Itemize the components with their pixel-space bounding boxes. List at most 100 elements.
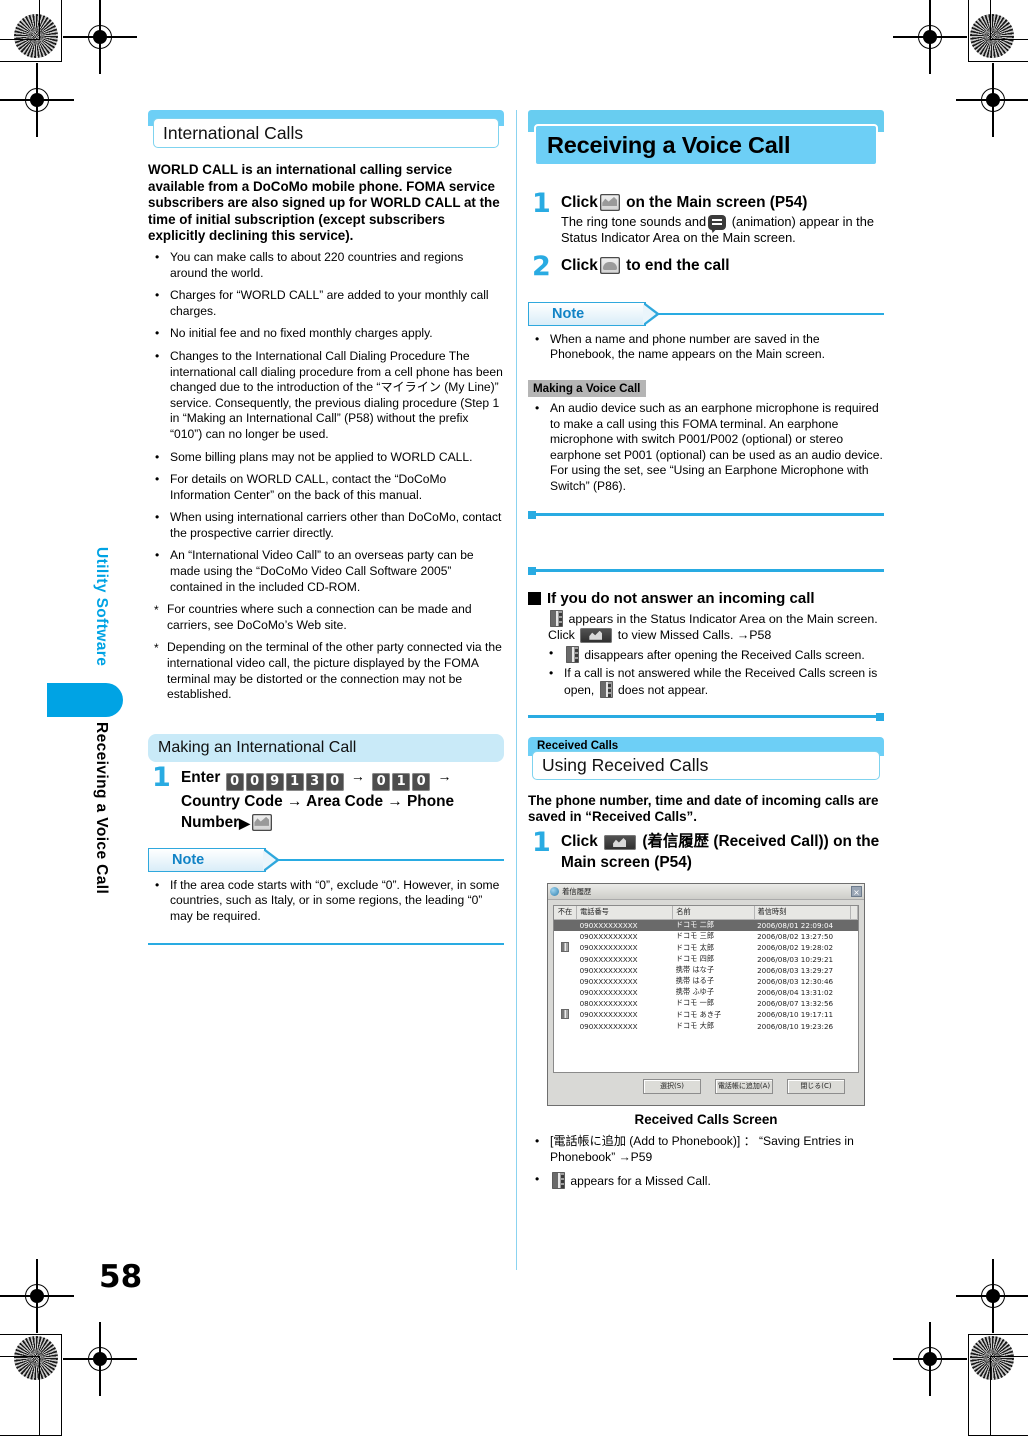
keycap-digit: 0 [325,772,344,791]
cell-name: 携帯 はる子 [675,976,715,986]
step-prefix-label: Click [561,832,598,850]
step-prefix-label: Click [561,194,598,211]
cell-name: ドコモ 三郎 [675,931,715,941]
bullet-mark: • [155,326,160,341]
step-end-call: 2 Click to end the call [528,253,884,280]
cell-missed [554,954,577,965]
side-label-chapter: Utility Software [93,547,110,667]
step-title: Click to end the call [561,255,884,276]
table-row-empty [554,1032,858,1053]
received-calls-bullets: • [電話帳に追加 (Add to Phonebook)] ： “Saving … [528,1134,884,1190]
table-row[interactable]: 090XXXXXXXXX ドコモ 三郎 2006/08/02 13:27:50 [554,931,858,942]
column-header-missed[interactable]: 不在 [554,905,578,920]
cell-name: ドコモ 四郎 [675,954,715,964]
cell-time: 2006/08/03 10:29:21 [757,954,834,964]
step-answer-call: 1 Click on the Main screen (P54) The rin… [528,190,884,247]
list-item: • For details on WORLD CALL, contact the … [148,472,504,503]
side-label-section: Receiving a Voice Call [93,722,110,895]
list-item: • Charges for “WORLD CALL” are added to y… [148,288,504,319]
received-calls-intro: The phone number, time and date of incom… [528,792,879,825]
list-item-text: If the area code starts with “0”, exclud… [170,877,500,923]
grey-subsection-label: Making a Voice Call [528,380,647,397]
list-item: • An audio device such as an earphone mic… [528,401,884,495]
cell-time: 2006/08/03 12:30:46 [757,976,834,986]
section-heading-international-calls: International Calls [148,110,504,148]
note-label: Note [172,851,205,868]
list-item-text: [電話帳に追加 (Add to Phonebook)] ： “Saving En… [550,1133,854,1164]
bullet-mark: • [549,645,554,660]
column-header-number[interactable]: 電話番号 [576,905,674,920]
corner-box-tl-2 [0,0,40,40]
column-header-spacer [850,905,858,920]
footnote-mark: * [154,603,159,618]
international-calls-bullets: • You can make calls to about 220 countri… [148,250,504,703]
column-header-time[interactable]: 着信時刻 [754,905,852,920]
list-item-text: For countries where such a connection ca… [167,602,472,632]
list-item-text: When a name and phone number are saved i… [550,331,825,362]
cell-number: 080XXXXXXXXX [579,998,638,1008]
table-row[interactable]: 090XXXXXXXXX ドコモ 大郎 2006/08/10 19:23:26 [554,1021,858,1032]
table-row[interactable]: 090XXXXXXXXX 携帯 ふゆ子 2006/08/04 13:31:02 [554,987,858,998]
cell-name: ドコモ 太郎 [675,942,715,952]
column-header-name[interactable]: 名前 [672,905,755,920]
arrow-icon: → [350,767,365,784]
chapter-heading-label: Receiving a Voice Call [547,131,791,158]
step-description: The ring tone sounds and (animation) app… [561,214,884,247]
table-row[interactable]: 090XXXXXXXXX ドコモ あき子 2006/08/10 19:17:11 [554,1009,858,1021]
table-row[interactable]: 080XXXXXXXXX ドコモ 一郎 2006/08/07 13:32:56 [554,998,858,1009]
table-row[interactable]: 090XXXXXXXXX ドコモ 四郎 2006/08/03 10:29:21 [554,954,858,965]
section-divider-capped-left [528,510,884,519]
bullet-mark: • [155,548,160,563]
list-item: • When using international carriers other… [148,510,504,541]
cell-number: 090XXXXXXXXX [579,1021,638,1031]
missed-call-icon [561,942,570,953]
table-header-row: 不在 電話番号 名前 着信時刻 [554,905,858,920]
cell-time: 2006/08/10 19:23:26 [757,1021,834,1031]
right-column: Receiving a Voice Call 1 Click on the Ma… [528,110,884,1197]
table-row[interactable]: 090XXXXXXXXX 携帯 はな子 2006/08/03 13:29:27 [554,965,858,976]
list-item-text: appears for a Missed Call. [570,1174,711,1189]
list-item-text: When using international carriers other … [170,510,502,540]
note-bullets-right: • When a name and phone number are saved … [528,332,884,363]
crosshair-t [0,63,74,137]
step-number: 2 [532,250,551,282]
cell-time: 2006/08/07 13:32:56 [757,998,834,1008]
list-item: • When a name and phone number are saved … [528,332,884,363]
bullet-mark: • [155,449,160,464]
list-item: • If the area code starts with “0”, exclu… [148,878,504,925]
cell-name: 携帯 はな子 [675,965,715,975]
cell-name: ドコモ 大郎 [675,1021,715,1031]
table-row[interactable]: 090XXXXXXXXX 携帯 はる子 2006/08/03 12:30:46 [554,976,858,987]
close-icon[interactable]: × [851,885,862,897]
table-row[interactable]: 090XXXXXXXXX ドコモ 太郎 2006/08/02 19:28:02 [554,942,858,954]
step-tail-label: Country Code → Area Code → Phone Number [181,792,455,831]
table-row[interactable]: 090XXXXXXXXX ドコモ 二郎 2006/08/01 22:09:04 [554,919,858,931]
cell-missed [554,919,577,931]
select-button[interactable]: 選択(S) [643,1078,701,1094]
received-calls-button-icon [604,834,637,850]
received-calls-table[interactable]: 不在 電話番号 名前 着信時刻 090XXXXXXXXX ドコモ 二郎 2006/0… [553,904,859,1073]
list-item: • An “International Video Call” to an ove… [148,548,504,595]
body-text-2: to view Missed Calls. →P58 [617,627,772,642]
bullet-mark: • [155,288,160,303]
side-tab-marker [47,683,123,717]
heading-label: If you do not answer an incoming call [547,589,815,607]
list-item-text: You can make calls to about 220 countrie… [170,249,464,280]
bullet-mark: • [155,472,160,487]
corner-box-bl-2 [0,1356,40,1436]
arrow-icon: → [437,767,452,784]
crosshair-bl2 [0,1259,74,1333]
list-item-text: No initial fee and no fixed monthly char… [170,326,433,341]
list-item-text: An audio device such as an earphone micr… [550,401,883,493]
cell-missed [554,998,577,1009]
corner-box-br-2 [990,1356,1028,1436]
incoming-call-animation-icon [708,215,727,230]
chapter-heading-receiving-voice-call: Receiving a Voice Call [528,110,884,166]
bullet-mark: • [155,877,160,892]
phone-hangup-icon [599,256,620,274]
list-item-text: Depending on the terminal of the other p… [167,640,502,702]
close-button[interactable]: 閉じる(C) [787,1078,845,1094]
add-to-phonebook-button[interactable]: 電話帳に追加(A) [715,1078,773,1094]
bullet-mark: • [535,1133,540,1148]
bullet-mark: • [155,510,160,525]
